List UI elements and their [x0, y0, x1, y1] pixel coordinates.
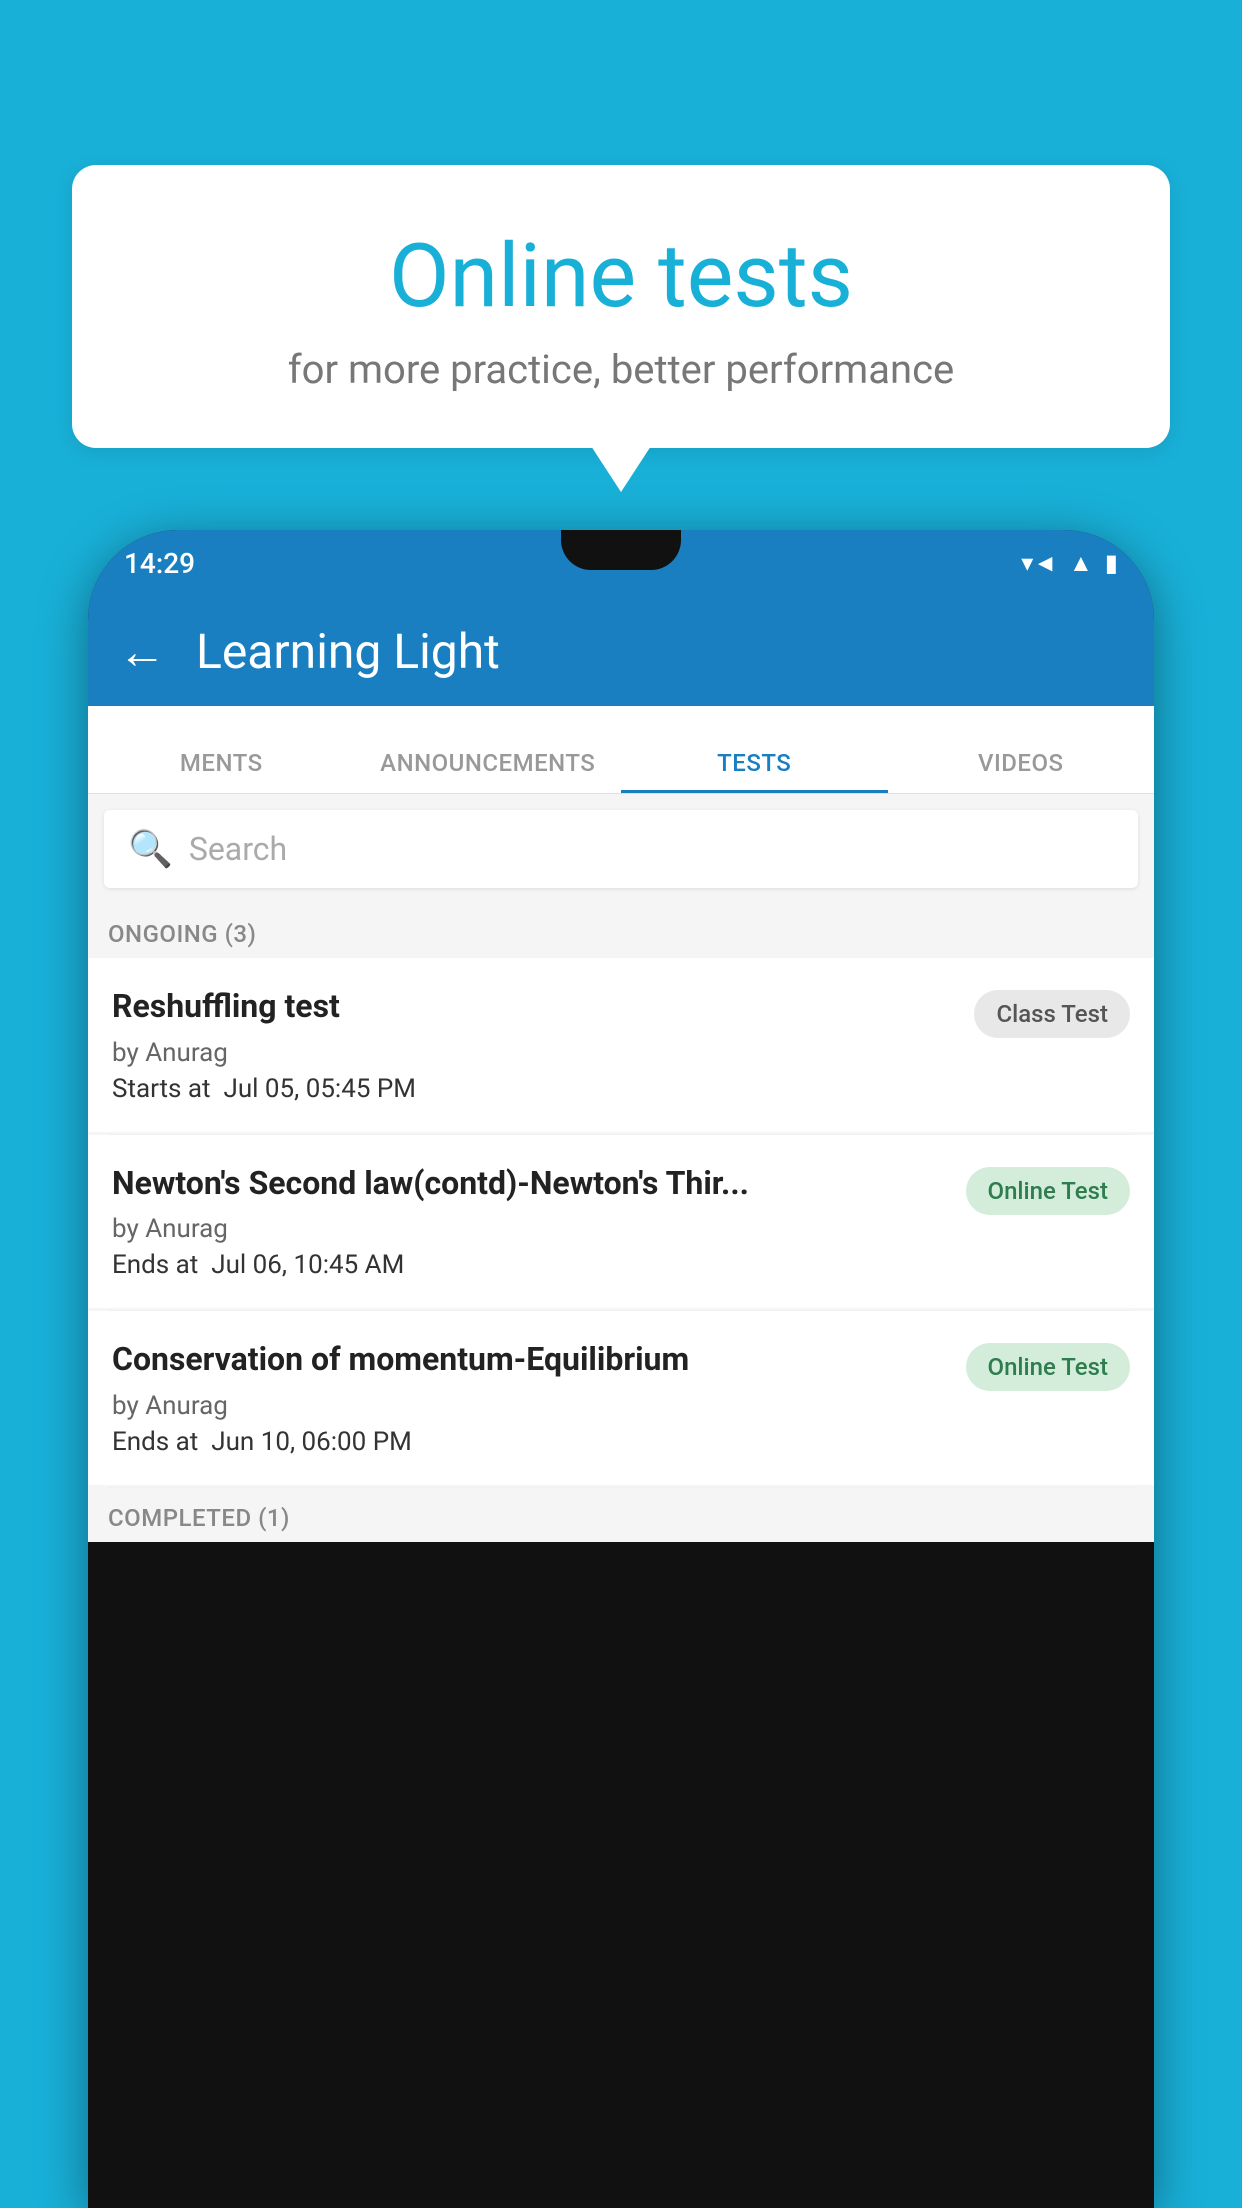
bubble-title: Online tests	[122, 225, 1120, 328]
tab-videos[interactable]: VIDEOS	[888, 749, 1155, 793]
test-time-newton: Ends at Jul 06, 10:45 AM	[112, 1250, 950, 1280]
test-time-reshuffling: Starts at Jul 05, 05:45 PM	[112, 1074, 958, 1104]
test-item-reshuffling[interactable]: Reshuffling test by Anurag Starts at Jul…	[88, 958, 1154, 1132]
app-bar: ← Learning Light	[88, 596, 1154, 706]
test-name-reshuffling: Reshuffling test	[112, 986, 958, 1028]
notch	[561, 530, 681, 570]
badge-online-test-conservation: Online Test	[966, 1343, 1130, 1391]
test-name-conservation: Conservation of momentum-Equilibrium	[112, 1339, 950, 1381]
status-bar: 14:29 ▾◄ ▲ ▮	[88, 530, 1154, 596]
signal-icon: ▲	[1069, 549, 1093, 578]
bubble-subtitle: for more practice, better performance	[122, 346, 1120, 393]
test-author-conservation: by Anurag	[112, 1391, 950, 1421]
phone-frame: 14:29 ▾◄ ▲ ▮ ← Learning Light MENTS ANNO…	[88, 530, 1154, 2208]
wifi-icon: ▾◄	[1021, 549, 1057, 578]
badge-online-test-newton: Online Test	[966, 1167, 1130, 1215]
test-name-newton: Newton's Second law(contd)-Newton's Thir…	[112, 1163, 950, 1205]
search-icon: 🔍	[128, 828, 173, 870]
status-icons: ▾◄ ▲ ▮	[1021, 549, 1118, 578]
test-author-newton: by Anurag	[112, 1214, 950, 1244]
test-time-conservation: Ends at Jun 10, 06:00 PM	[112, 1427, 950, 1457]
test-author-reshuffling: by Anurag	[112, 1038, 958, 1068]
app-bar-title: Learning Light	[196, 623, 500, 680]
test-item-conservation[interactable]: Conservation of momentum-Equilibrium by …	[88, 1311, 1154, 1485]
tab-bar: MENTS ANNOUNCEMENTS TESTS VIDEOS	[88, 706, 1154, 794]
tab-ments[interactable]: MENTS	[88, 749, 355, 793]
completed-section-header: COMPLETED (1)	[88, 1488, 1154, 1542]
test-item-newton[interactable]: Newton's Second law(contd)-Newton's Thir…	[88, 1135, 1154, 1309]
battery-icon: ▮	[1105, 549, 1118, 577]
search-bar[interactable]: 🔍 Search	[104, 810, 1138, 888]
tab-tests[interactable]: TESTS	[621, 749, 888, 793]
phone-content: 🔍 Search ONGOING (3) Reshuffling test by…	[88, 794, 1154, 1542]
back-button[interactable]: ←	[118, 623, 166, 680]
ongoing-section-header: ONGOING (3)	[88, 904, 1154, 958]
status-time: 14:29	[124, 547, 195, 580]
badge-class-test: Class Test	[974, 990, 1130, 1038]
speech-bubble: Online tests for more practice, better p…	[72, 165, 1170, 448]
tab-announcements[interactable]: ANNOUNCEMENTS	[355, 749, 622, 793]
search-placeholder: Search	[189, 830, 287, 868]
